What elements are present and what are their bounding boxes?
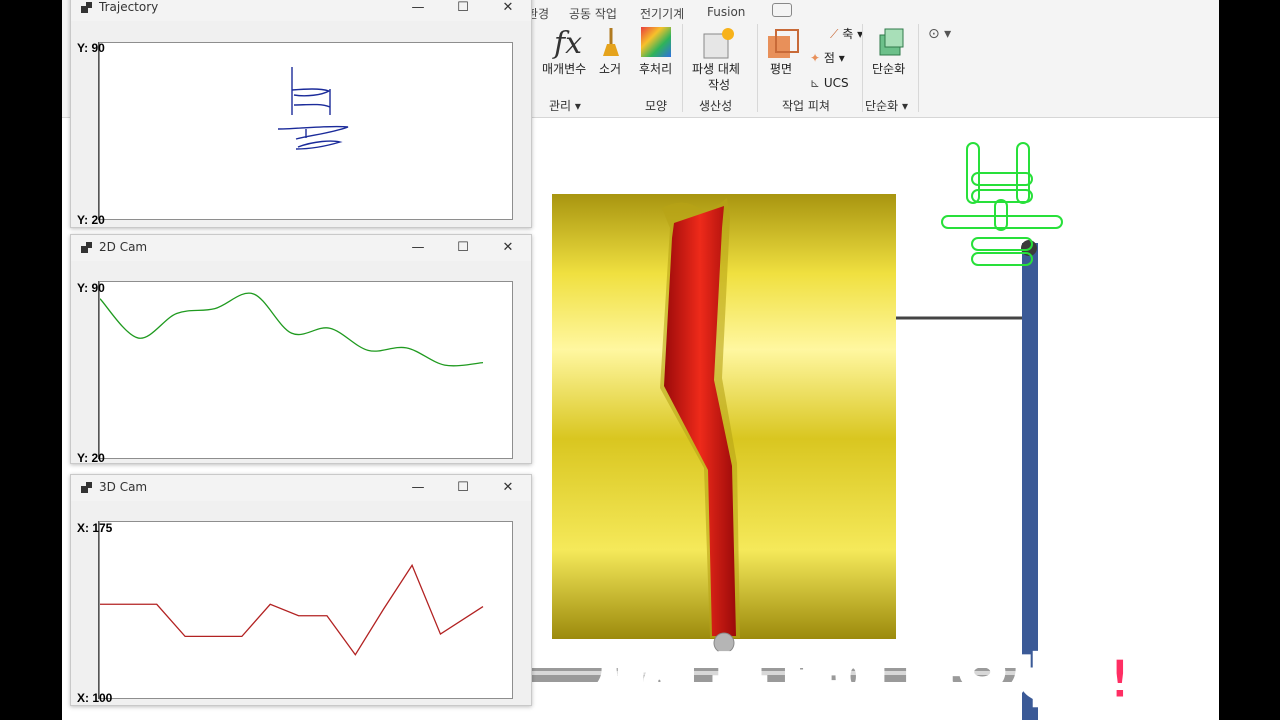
group-work-features: 작업 피쳐 bbox=[782, 99, 830, 113]
plot-area bbox=[99, 281, 513, 459]
close-button[interactable]: ✕ bbox=[493, 238, 523, 258]
trajectory-plot bbox=[277, 67, 349, 150]
window-body: X: 175 X: 100 bbox=[71, 501, 531, 705]
screen: 환경 공동 작업 전기기계 Fusion fx 매개변수 소거 후처리 파생 대… bbox=[62, 0, 1219, 720]
maximize-button[interactable]: ☐ bbox=[448, 0, 478, 18]
parameters-button[interactable]: 매개변수 bbox=[542, 62, 586, 77]
plane-icon bbox=[768, 29, 799, 58]
title-bar[interactable]: Trajectory — ☐ ✕ bbox=[71, 0, 531, 21]
y-axis-bottom-label: Y: 20 bbox=[77, 213, 105, 227]
window-title: 3D Cam bbox=[99, 480, 148, 494]
y-axis-top-label: Y: 90 bbox=[77, 281, 105, 295]
tab-electromechanical[interactable]: 전기기계 bbox=[640, 5, 684, 22]
3d-viewport[interactable] bbox=[532, 118, 1219, 720]
caption-text: 새해 복 많이 받으세요! bbox=[590, 647, 1134, 713]
trajectory-stroke-2 bbox=[293, 103, 331, 108]
minimize-button[interactable]: — bbox=[403, 238, 433, 258]
window-title: 2D Cam bbox=[99, 240, 148, 254]
plot-area bbox=[99, 521, 513, 699]
minimize-button[interactable]: — bbox=[403, 478, 433, 498]
group-simplify[interactable]: 단순화 ▾ bbox=[865, 97, 908, 114]
title-bar[interactable]: 3D Cam — ☐ ✕ bbox=[71, 475, 531, 501]
window-body: Y: 90 Y: 20 bbox=[71, 21, 531, 227]
window-title: Trajectory bbox=[99, 0, 159, 14]
title-bar[interactable]: 2D Cam — ☐ ✕ bbox=[71, 235, 531, 261]
cam3d-window[interactable]: 3D Cam — ☐ ✕ X: 175 X: 100 bbox=[70, 474, 532, 706]
x-axis-bottom-label: X: 100 bbox=[77, 691, 113, 705]
fx-icon: fx bbox=[554, 26, 583, 61]
series-line-0 bbox=[100, 563, 484, 656]
y-axis-top-label: Y: 90 bbox=[77, 41, 105, 55]
ribbon-collapse-icon[interactable] bbox=[772, 3, 792, 17]
group-manage[interactable]: 관리 ▾ bbox=[549, 97, 581, 114]
minimize-button[interactable]: — bbox=[403, 0, 433, 18]
window-body: Y: 90 Y: 20 bbox=[71, 261, 531, 465]
cam-model-render bbox=[532, 142, 1063, 720]
app-icon bbox=[81, 2, 92, 13]
x-axis-top-label: X: 175 bbox=[77, 521, 113, 535]
close-button[interactable]: ✕ bbox=[493, 0, 523, 18]
tab-collaborate[interactable]: 공동 작업 bbox=[569, 5, 617, 22]
ucs-button[interactable]: ⊾ UCS bbox=[810, 76, 849, 91]
plane-button[interactable]: 평면 bbox=[770, 62, 792, 77]
group-shape: 모양 bbox=[645, 99, 668, 113]
maximize-button[interactable]: ☐ bbox=[448, 478, 478, 498]
group-productivity: 생산성 bbox=[699, 99, 733, 113]
post-process-icon bbox=[641, 27, 671, 57]
derive-create-label: 작성 bbox=[708, 78, 731, 92]
axis-button[interactable]: ⟋ 축 ▾ bbox=[830, 27, 863, 42]
trajectory-stroke-1 bbox=[291, 88, 331, 97]
app-icon bbox=[81, 482, 92, 493]
more-options-icon[interactable]: ⊙ ▾ bbox=[928, 27, 951, 42]
pen-glyph-outline bbox=[941, 142, 1063, 266]
trajectory-stroke-6 bbox=[295, 140, 343, 150]
purge-button[interactable]: 소거 bbox=[599, 62, 621, 77]
maximize-button[interactable]: ☐ bbox=[448, 238, 478, 258]
trajectory-stroke-4 bbox=[277, 125, 349, 140]
derive-button[interactable]: 파생 대체 bbox=[692, 62, 740, 77]
point-button[interactable]: ✦ 점 ▾ bbox=[810, 51, 845, 66]
derive-icon bbox=[703, 28, 734, 59]
series-line-0 bbox=[99, 292, 484, 367]
cam2d-window[interactable]: 2D Cam — ☐ ✕ Y: 90 Y: 20 bbox=[70, 234, 532, 465]
close-button[interactable]: ✕ bbox=[493, 478, 523, 498]
post-process-button[interactable]: 후처리 bbox=[639, 62, 672, 77]
simplify-button[interactable]: 단순화 bbox=[872, 62, 905, 77]
simplify-icon bbox=[879, 28, 904, 56]
app-icon bbox=[81, 242, 92, 253]
cam2d-plot bbox=[99, 292, 484, 367]
plot-area bbox=[99, 42, 513, 220]
trajectory-window[interactable]: Trajectory — ☐ ✕ Y: 90 Y: 20 bbox=[70, 0, 532, 228]
cam3d-plot bbox=[100, 563, 484, 656]
broom-icon bbox=[603, 28, 619, 56]
tab-fusion[interactable]: Fusion bbox=[707, 5, 745, 19]
y-axis-bottom-label: Y: 20 bbox=[77, 451, 105, 465]
